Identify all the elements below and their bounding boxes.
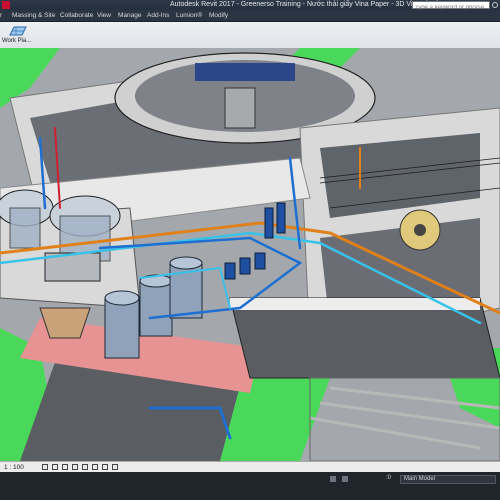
- app-menu-icon[interactable]: [2, 1, 10, 9]
- sun-path-icon[interactable]: [62, 464, 68, 470]
- design-options-icon[interactable]: [342, 476, 348, 482]
- hide-isolate-icon[interactable]: [112, 464, 118, 470]
- search-box[interactable]: [412, 1, 491, 11]
- selection-count: :0: [386, 475, 392, 481]
- window-title: Autodesk Revit 2017 - Greenerso Training…: [170, 1, 439, 8]
- work-plane-label: Work Pla...: [2, 38, 32, 44]
- visual-style-icon[interactable]: [52, 464, 58, 470]
- tab-add-ins[interactable]: Add-Ins: [147, 10, 169, 21]
- tab-view[interactable]: View: [97, 10, 111, 21]
- active-model-select[interactable]: Main Model: [400, 475, 496, 484]
- workset-icon[interactable]: [330, 476, 336, 482]
- tab-manage[interactable]: Manage: [118, 10, 142, 21]
- shadows-icon[interactable]: [72, 464, 78, 470]
- tab-architecture[interactable]: r: [0, 10, 2, 21]
- ribbon-tabs: r Massing & Site Collaborate View Manage…: [0, 10, 500, 22]
- work-plane-button[interactable]: Work Pla...: [2, 23, 32, 47]
- work-plane-icon: [9, 26, 27, 36]
- model-rendering: [0, 48, 500, 461]
- ribbon-panel: Work Pla...: [0, 22, 500, 49]
- tab-modify[interactable]: Modify: [209, 10, 228, 21]
- binoculars-icon[interactable]: [492, 2, 498, 8]
- crop-view-icon[interactable]: [92, 464, 98, 470]
- tab-lumion[interactable]: Lumion®: [176, 10, 202, 21]
- clarifier-drum: [224, 87, 256, 129]
- 3d-viewport[interactable]: [0, 48, 500, 461]
- tab-massing-site[interactable]: Massing & Site: [12, 10, 55, 21]
- detail-level-icon[interactable]: [42, 464, 48, 470]
- render-icon[interactable]: [82, 464, 88, 470]
- tab-collaborate[interactable]: Collaborate: [60, 10, 93, 21]
- lock-view-icon[interactable]: [102, 464, 108, 470]
- status-bar: :0 Main Model: [0, 472, 500, 500]
- clarifier-bridge: [195, 63, 295, 81]
- title-bar: Autodesk Revit 2017 - Greenerso Training…: [0, 0, 500, 11]
